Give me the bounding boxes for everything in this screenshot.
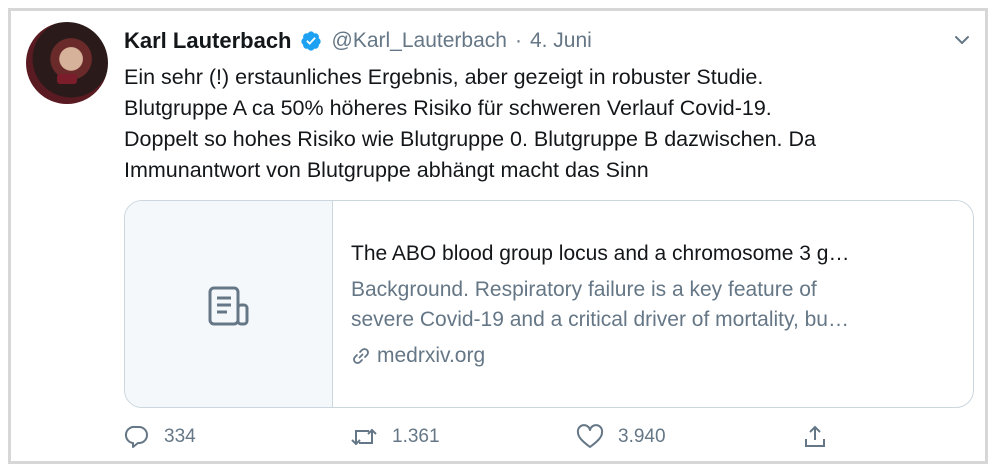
- retweet-button[interactable]: 1.361: [350, 424, 440, 450]
- share-icon: [805, 425, 825, 447]
- tweet-line: Doppelt so hohes Risiko wie Blutgruppe 0…: [124, 127, 816, 151]
- document-icon: [208, 286, 249, 326]
- card-description-line: severe Covid-19 and a critical driver of…: [351, 308, 849, 331]
- reply-button[interactable]: 334: [124, 424, 196, 450]
- like-count: 3.940: [618, 426, 666, 447]
- tweet-actions: 334 1.361 3.940: [124, 424, 844, 458]
- tweet-text: Ein sehr (!) erstaunliches Ergebnis, abe…: [124, 62, 964, 186]
- card-body: The ABO blood group locus and a chromoso…: [351, 239, 951, 371]
- separator-dot: ·: [514, 29, 522, 52]
- retweet-icon: [351, 428, 377, 446]
- like-button[interactable]: 3.940: [576, 424, 666, 450]
- share-button[interactable]: [802, 424, 842, 450]
- author-handle[interactable]: @Karl_Lauterbach: [332, 29, 507, 53]
- card-description: Background. Respiratory failure is a key…: [351, 275, 951, 335]
- chevron-down-icon[interactable]: [952, 30, 972, 50]
- tweet-header: Karl Lauterbach @Karl_Lauterbach · 4. Ju…: [124, 26, 592, 56]
- reply-icon: [124, 425, 148, 448]
- link-card[interactable]: The ABO blood group locus and a chromoso…: [124, 200, 974, 408]
- tweet-line: Blutgruppe A ca 50% höheres Risiko für s…: [124, 96, 772, 120]
- tweet-date[interactable]: 4. Juni: [530, 29, 592, 53]
- tweet-line: Immunantwort von Blutgruppe abhängt mach…: [124, 158, 649, 182]
- reply-count: 334: [164, 426, 196, 447]
- card-title: The ABO blood group locus and a chromoso…: [351, 242, 850, 265]
- avatar-bowtie: [57, 74, 77, 84]
- heart-icon: [576, 424, 604, 448]
- card-domain: medrxiv.org: [351, 341, 951, 371]
- author-name[interactable]: Karl Lauterbach: [124, 28, 292, 54]
- avatar[interactable]: [26, 22, 108, 104]
- verified-badge-icon: [300, 31, 321, 51]
- card-description-line: Background. Respiratory failure is a key…: [351, 278, 817, 301]
- card-thumbnail: [125, 201, 333, 407]
- retweet-count: 1.361: [392, 426, 440, 447]
- link-icon: [353, 348, 369, 364]
- tweet-line: Ein sehr (!) erstaunliches Ergebnis, abe…: [124, 65, 764, 89]
- card-domain-text: medrxiv.org: [377, 344, 486, 367]
